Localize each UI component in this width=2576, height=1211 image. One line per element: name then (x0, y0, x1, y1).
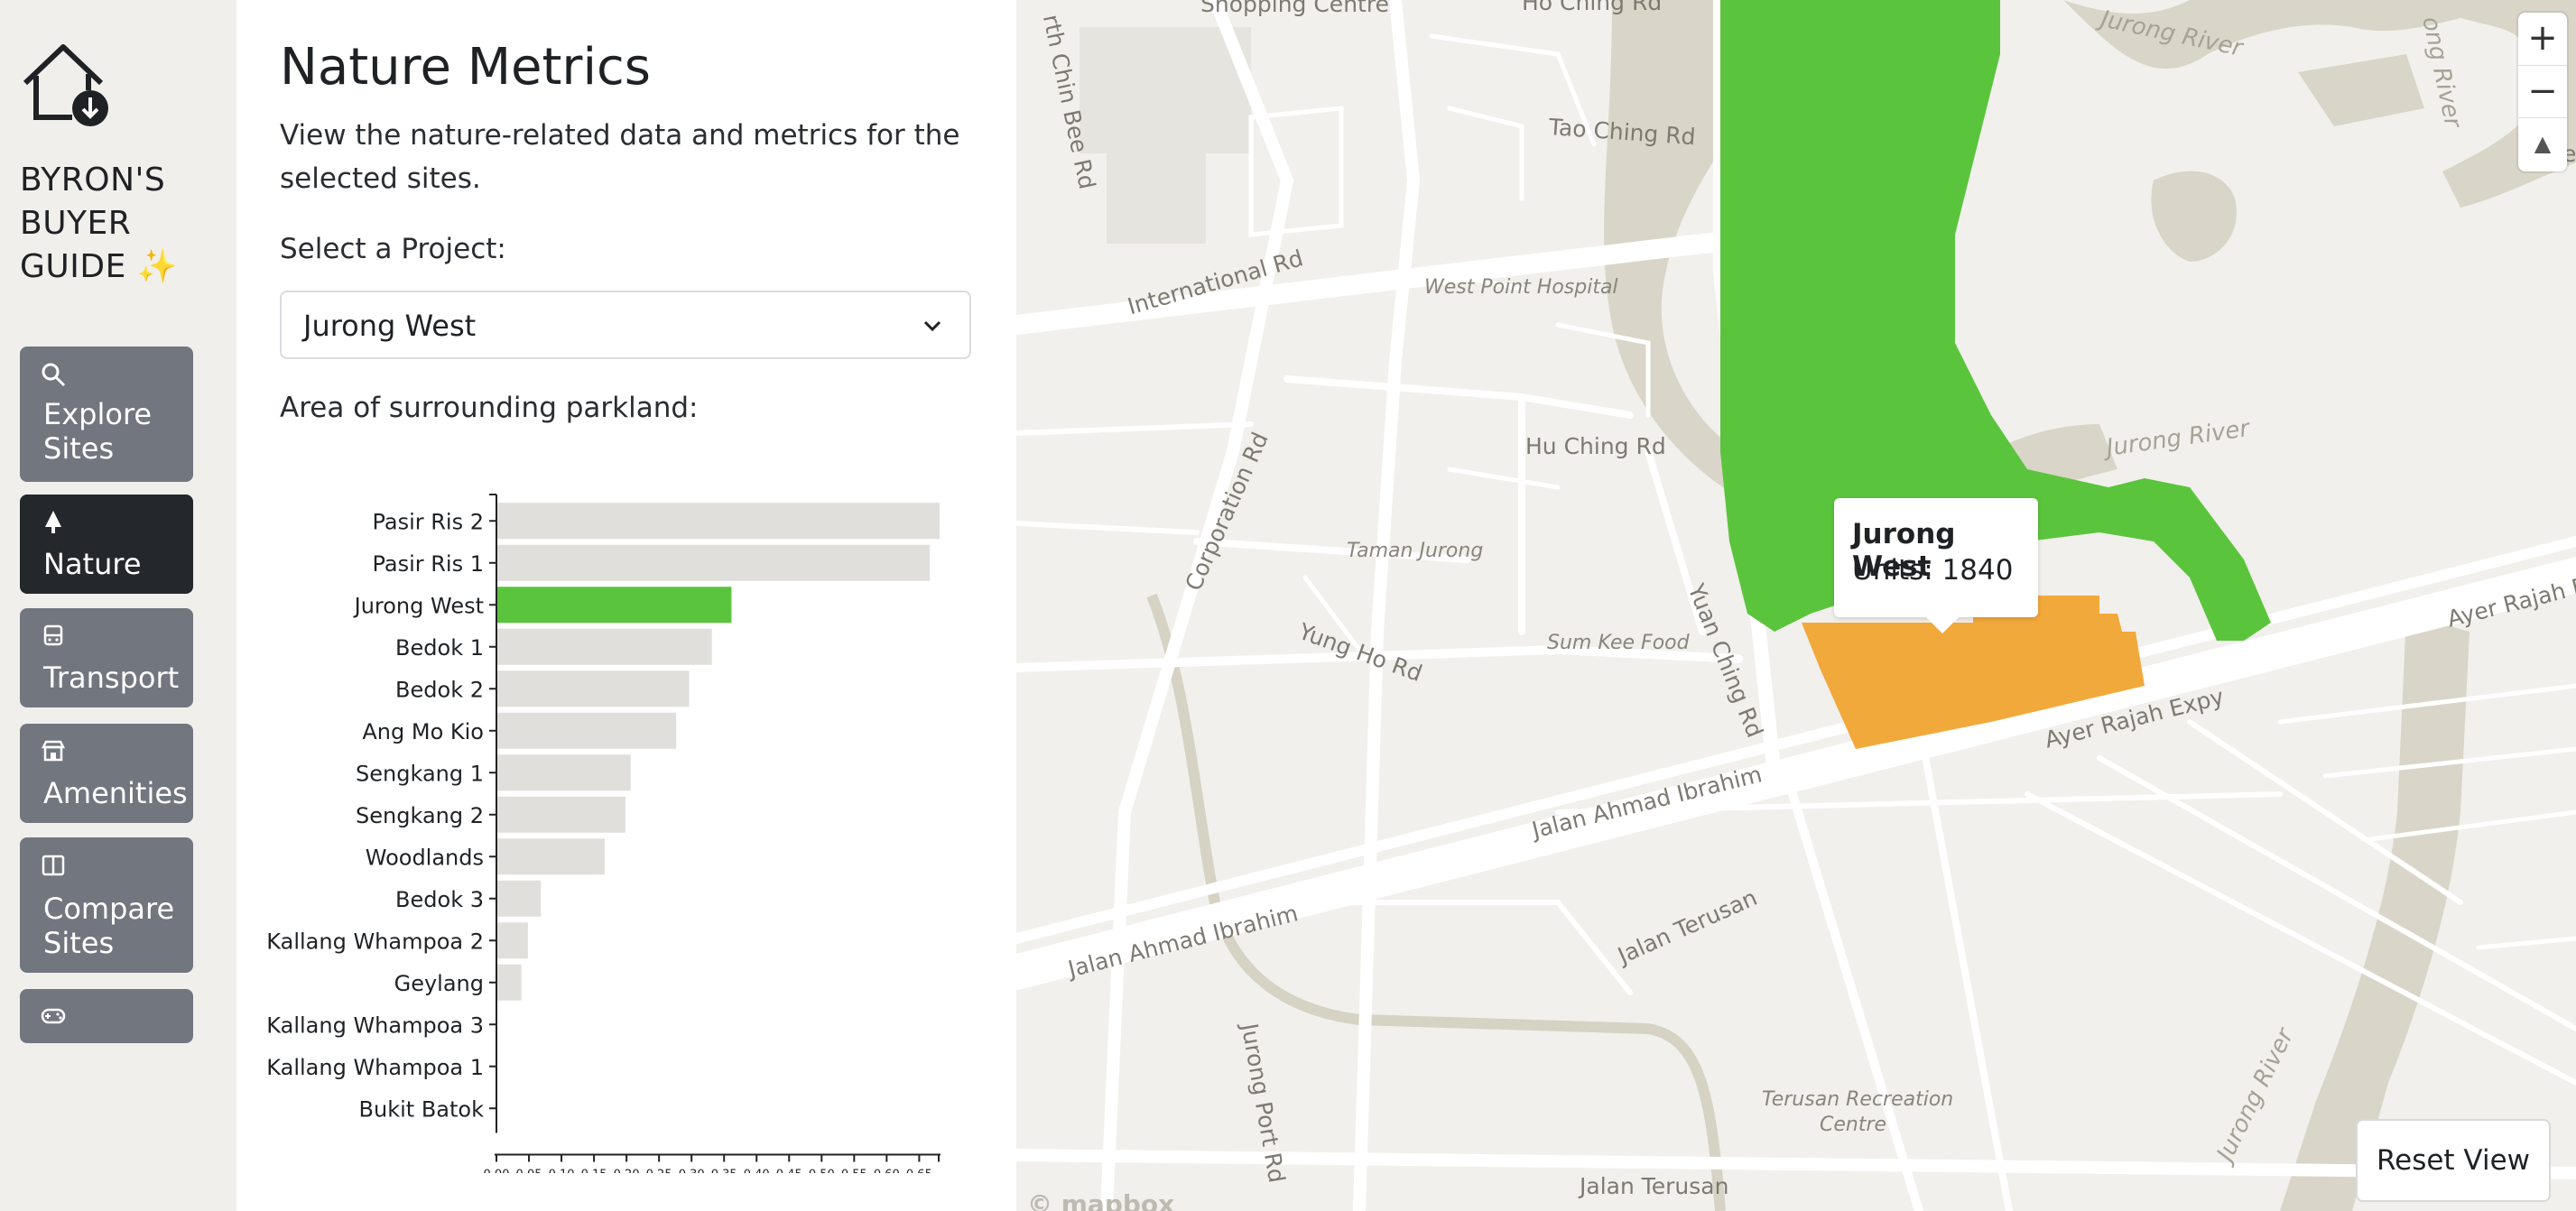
chart-label: Area of surrounding parkland: (280, 392, 699, 424)
chart-bar[interactable] (497, 754, 631, 791)
nav-label: Compare (43, 892, 175, 926)
chart-bar[interactable] (497, 922, 528, 959)
map-label: Ho Ching Rd (1522, 0, 1663, 15)
bus-icon (43, 624, 63, 646)
chart-x-tick-label: 0.05 (516, 1169, 542, 1174)
brand-line: GUIDE ✨ (20, 248, 179, 285)
chart-bar[interactable] (497, 880, 542, 917)
chart-x-tick-label: 0.20 (614, 1169, 640, 1174)
nav-amenities-button[interactable]: Amenities (20, 724, 193, 823)
chart-x-tick-label: 0.50 (809, 1169, 835, 1174)
chart-category-label: Ang Mo Kio (362, 719, 484, 744)
map-label: Centre (1820, 1114, 1887, 1136)
chart-bar[interactable] (497, 712, 677, 749)
nav-nature-button[interactable]: Nature (20, 495, 193, 594)
chart-x-tick-label: 0.45 (776, 1169, 802, 1174)
project-select-label: Select a Project: (280, 233, 506, 265)
search-icon (42, 363, 66, 387)
nature-metrics-panel: Nature Metrics View the nature-related d… (236, 0, 1016, 1211)
chevron-down-icon (923, 320, 941, 332)
site-tooltip: Jurong West Units: 1840 (1834, 498, 2038, 633)
chart-bar[interactable] (497, 544, 931, 581)
map-label: Terusan Recreation (1762, 1088, 1954, 1111)
chart-x-tick-label: 0.65 (906, 1169, 932, 1174)
chart-category-label: Kallang Whampoa 3 (266, 1012, 484, 1038)
chart-x-tick-label: 0.30 (679, 1169, 705, 1174)
chart-category-label: Pasir Ris 2 (372, 509, 484, 534)
nav-label: Sites (43, 431, 115, 466)
chart-bar[interactable] (497, 628, 712, 665)
chart-category-label: Bukit Batok (359, 1096, 485, 1122)
compass-icon[interactable]: ▲ (2518, 117, 2567, 170)
chart-category-label: Pasir Ris 1 (372, 551, 484, 577)
map-label: Taman Jurong (1347, 540, 1484, 562)
map-label: West Point Hospital (1424, 276, 1618, 299)
chart-bar[interactable] (497, 503, 940, 540)
chart-x-tick-label: 0.15 (581, 1169, 607, 1174)
chart-category-label: Kallang Whampoa 2 (266, 929, 484, 954)
nav-label: Sites (43, 926, 115, 960)
gamepad-icon (41, 1008, 66, 1024)
home-download-icon (23, 44, 108, 126)
chart-bar[interactable] (497, 838, 605, 875)
chart-bar[interactable] (497, 670, 690, 707)
project-select[interactable]: Jurong West (280, 291, 971, 359)
nav-label: Amenities (43, 776, 188, 810)
chart-category-label: Bedok 3 (395, 887, 484, 912)
map-attribution[interactable]: © mapbox (1027, 1189, 1174, 1211)
map-label: Shopping Centre (1200, 0, 1389, 17)
chart-category-label: Bedok 2 (395, 677, 484, 702)
chart-x-tick-label: 0.10 (549, 1169, 575, 1174)
river-area (2151, 171, 2237, 262)
nav-compare-sites-button[interactable]: Compare Sites (20, 837, 193, 973)
chart-x-tick-label: 0.40 (744, 1169, 770, 1174)
chart-category-label: Sengkang 1 (356, 761, 484, 786)
building (1080, 27, 1251, 153)
nav-game-button[interactable] (20, 989, 193, 1043)
map-label: Sum Kee Food (1547, 632, 1690, 654)
nav-label: Nature (43, 547, 142, 581)
reset-view-button[interactable]: Reset View (2356, 1119, 2551, 1202)
brand-line: BYRON'S (20, 162, 166, 199)
chart-category-label: Woodlands (366, 845, 484, 870)
chart-category-label: Jurong West (353, 593, 484, 618)
brand-line: BUYER (20, 205, 132, 242)
chart-bar[interactable] (497, 796, 625, 833)
building (1107, 153, 1206, 244)
chart-x-tick-label: 0.00 (484, 1169, 510, 1174)
store-icon (41, 740, 66, 762)
chart-category-label: Kallang Whampoa 1 (266, 1055, 484, 1080)
map-label: Hu Ching Rd (1525, 433, 1666, 459)
chart-category-label: Sengkang 2 (356, 803, 484, 828)
tree-icon (45, 511, 61, 533)
parkland-bar-chart: Pasir Ris 2 Pasir Ris 1 Jurong West Bedok 1… (266, 494, 941, 1174)
nav-label: Explore (43, 397, 153, 431)
map[interactable]: Shopping Centre Ho Ching Rd rth Chin Bee… (1016, 0, 2576, 1211)
chart-x-tick-label: 0.25 (646, 1169, 672, 1174)
chart-bar[interactable] (497, 587, 732, 624)
brand-title: BYRON'S BUYER GUIDE ✨ (20, 159, 227, 289)
page-title: Nature Metrics (280, 38, 651, 97)
tooltip-units: Units: 1840 (1852, 554, 2014, 587)
chart-bar[interactable] (497, 964, 522, 1001)
chart-category-label: Bedok 1 (395, 635, 484, 661)
project-select-value: Jurong West (303, 309, 477, 343)
sidebar: BYRON'S BUYER GUIDE ✨ Explore Sites Natu… (0, 0, 236, 1211)
chart-x-tick-label: 0.55 (841, 1169, 867, 1174)
map-label: Jalan Terusan (1580, 1173, 1729, 1199)
panel-description: View the nature-related data and metrics… (280, 119, 960, 195)
nav-label: Transport (43, 661, 180, 695)
map-zoom-controls: + − ▲ (2518, 13, 2567, 171)
nav-transport-button[interactable]: Transport (20, 608, 193, 707)
zoom-in-button[interactable]: + (2518, 13, 2567, 65)
chart-x-tick-label: 0.35 (711, 1169, 737, 1174)
columns-icon (42, 855, 65, 876)
chart-category-label: Geylang (394, 971, 484, 996)
zoom-out-button[interactable]: − (2518, 65, 2567, 117)
nav-explore-sites-button[interactable]: Explore Sites (20, 347, 193, 482)
river-area (2298, 54, 2424, 126)
chart-x-tick-label: 0.60 (874, 1169, 900, 1174)
